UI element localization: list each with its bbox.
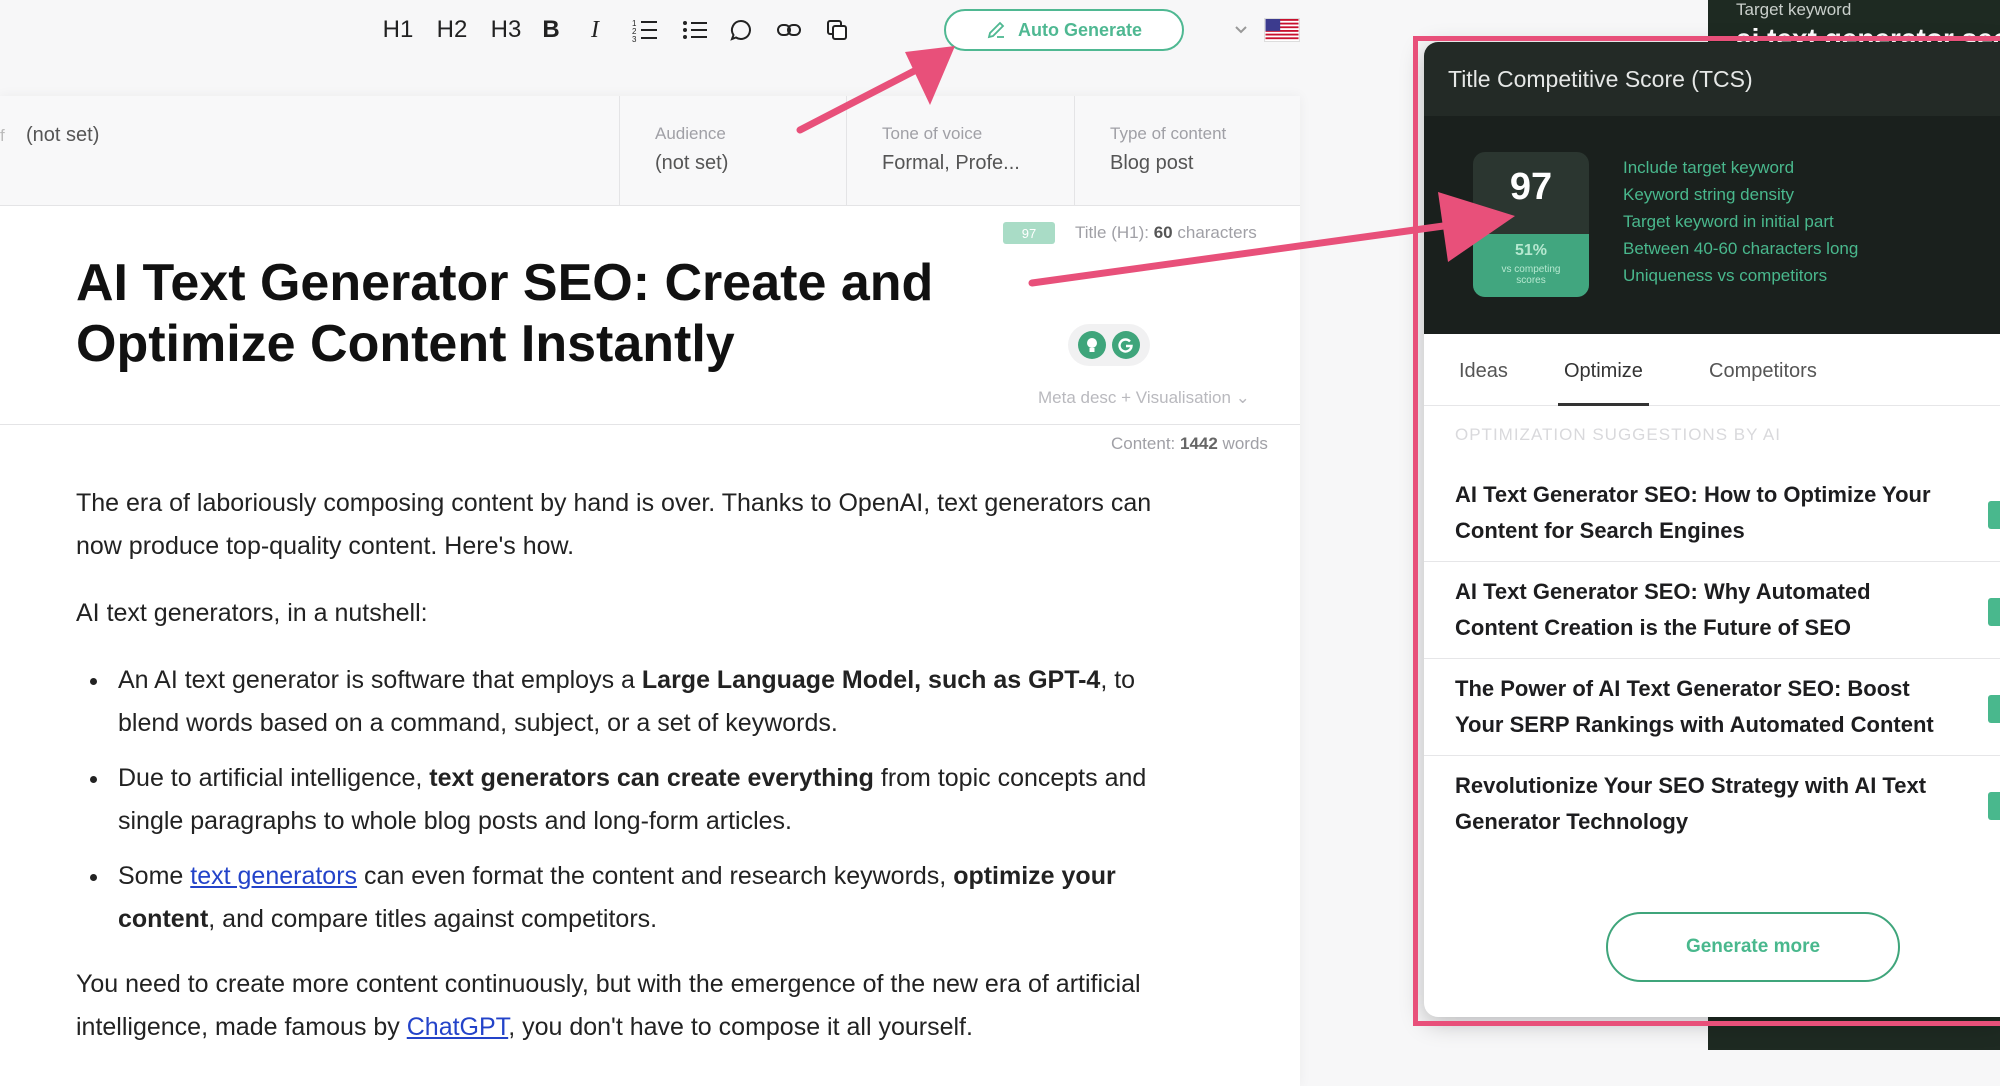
title-char-count: Title (H1): 60 characters [1075, 223, 1257, 242]
svg-text:3: 3 [632, 35, 637, 42]
target-keyword-value: ai text generator seo [1736, 23, 2000, 42]
apply-suggestion-handle[interactable] [1988, 598, 2000, 626]
comment-button[interactable] [726, 12, 756, 48]
meta-left-prefix: f [0, 126, 5, 145]
ordered-list-button[interactable]: 123 [630, 12, 660, 48]
panel-title: Title Competitive Score (TCS) [1424, 42, 2000, 116]
chevron-down-icon[interactable] [1232, 20, 1250, 38]
content-type-value: Blog post [1110, 152, 1194, 174]
criteria-item: Target keyword in initial part [1623, 212, 1834, 231]
tab-ideas[interactable]: Ideas [1459, 360, 1508, 406]
apply-suggestion-handle[interactable] [1988, 792, 2000, 820]
editor-document: f (not set) Audience (not set) Tone of v… [0, 96, 1300, 1086]
bullet-list: An AI text generator is software that em… [76, 659, 1176, 941]
bullet-list-button[interactable] [680, 12, 710, 48]
score-comparison: 51% vs competing scores [1473, 234, 1589, 297]
content-type-field[interactable]: Type of content Blog post [1074, 96, 1300, 206]
suggestion-item[interactable]: AI Text Generator SEO: How to Optimize Y… [1424, 465, 2000, 562]
chatgpt-link[interactable]: ChatGPT [407, 1013, 508, 1041]
meta-settings-row: f (not set) Audience (not set) Tone of v… [0, 96, 1300, 206]
suggestions-heading: OPTIMIZATION SUGGESTIONS BY AI [1455, 425, 1781, 444]
copy-button[interactable] [822, 12, 852, 48]
apply-suggestion-handle[interactable] [1988, 695, 2000, 723]
link-button[interactable] [774, 12, 804, 48]
list-item: Some text generators can even format the… [76, 855, 1176, 941]
score-section: 97 51% vs competing scores Include targe… [1424, 116, 2000, 334]
auto-generate-label: Auto Generate [1017, 19, 1143, 40]
panel-tabs: Ideas Optimize Competitors [1424, 334, 2000, 406]
document-body[interactable]: The era of laboriously composing content… [76, 482, 1176, 1073]
score-value: 97 [1509, 166, 1553, 208]
content-word-count: Content: 1442 words [1111, 434, 1268, 453]
list-item: An AI text generator is software that em… [76, 659, 1176, 745]
lightbulb-icon[interactable] [1078, 331, 1106, 359]
title-actions [1068, 324, 1150, 366]
criteria-item: Between 40-60 characters long [1623, 239, 1859, 258]
tone-of-voice-label: Tone of voice [882, 124, 983, 143]
tone-of-voice-value: Formal, Profe... [882, 152, 1020, 174]
score-criteria: Include target keyword Keyword string de… [1623, 154, 1858, 289]
auto-generate-button[interactable]: Auto Generate [944, 9, 1184, 51]
criteria-item: Include target keyword [1623, 158, 1795, 177]
content-type-label: Type of content [1110, 124, 1227, 143]
h1-button[interactable]: H1 [380, 12, 416, 48]
audience-value: (not set) [655, 152, 729, 174]
tcs-panel: Title Competitive Score (TCS) 97 51% vs … [1424, 42, 2000, 1017]
apply-suggestion-handle[interactable] [1988, 501, 2000, 529]
h2-button[interactable]: H2 [432, 12, 472, 48]
audience-field[interactable]: Audience (not set) [619, 96, 846, 206]
bullet-list-icon [683, 21, 707, 39]
score-percent: 51% [1514, 242, 1548, 259]
criteria-item: Uniqueness vs competitors [1623, 266, 1828, 285]
paragraph: The era of laboriously composing content… [76, 489, 1152, 560]
ordered-list-icon: 123 [632, 19, 657, 42]
meta-desc-toggle[interactable]: Meta desc + Visualisation ⌄ [1038, 388, 1250, 408]
italic-button[interactable]: I [582, 12, 608, 48]
meta-left-value[interactable]: (not set) [26, 124, 99, 147]
page-title[interactable]: AI Text Generator SEO: Create and Optimi… [76, 253, 1036, 375]
tab-competitors[interactable]: Competitors [1709, 360, 1817, 406]
tone-of-voice-field[interactable]: Tone of voice Formal, Profe... [846, 96, 1074, 206]
generate-more-button[interactable]: Generate more [1606, 912, 1900, 982]
criteria-item: Keyword string density [1623, 185, 1795, 204]
us-flag-icon[interactable] [1264, 18, 1300, 42]
suggestion-item[interactable]: Revolutionize Your SEO Strategy with AI … [1424, 756, 2000, 852]
tab-optimize[interactable]: Optimize [1558, 360, 1649, 406]
suggestion-item[interactable]: AI Text Generator SEO: Why Automated Con… [1424, 562, 2000, 659]
link-icon [777, 24, 801, 36]
chevron-down-icon: ⌄ [1235, 388, 1250, 407]
suggestions-list: AI Text Generator SEO: How to Optimize Y… [1424, 465, 2000, 852]
score-percent-caption: vs competing scores [1501, 264, 1561, 286]
bold-button[interactable]: B [538, 12, 564, 48]
paragraph: AI text generators, in a nutshell: [76, 599, 428, 627]
list-item: Due to artificial intelligence, text gen… [76, 757, 1176, 843]
audience-label: Audience [655, 124, 726, 143]
title-score-badge: 97 [1003, 222, 1055, 244]
target-keyword-label: Target keyword [1736, 0, 1852, 19]
text-generators-link[interactable]: text generators [190, 862, 357, 890]
paragraph: You need to create more content continuo… [76, 970, 1141, 1041]
grammarly-icon[interactable] [1112, 331, 1140, 359]
pencil-icon [987, 21, 1005, 39]
copy-icon [827, 20, 847, 40]
comment-icon [730, 19, 751, 41]
score-card: 97 51% vs competing scores [1473, 152, 1589, 297]
h3-button[interactable]: H3 [486, 12, 526, 48]
title-divider [0, 424, 1300, 425]
suggestion-item[interactable]: The Power of AI Text Generator SEO: Boos… [1424, 659, 2000, 756]
